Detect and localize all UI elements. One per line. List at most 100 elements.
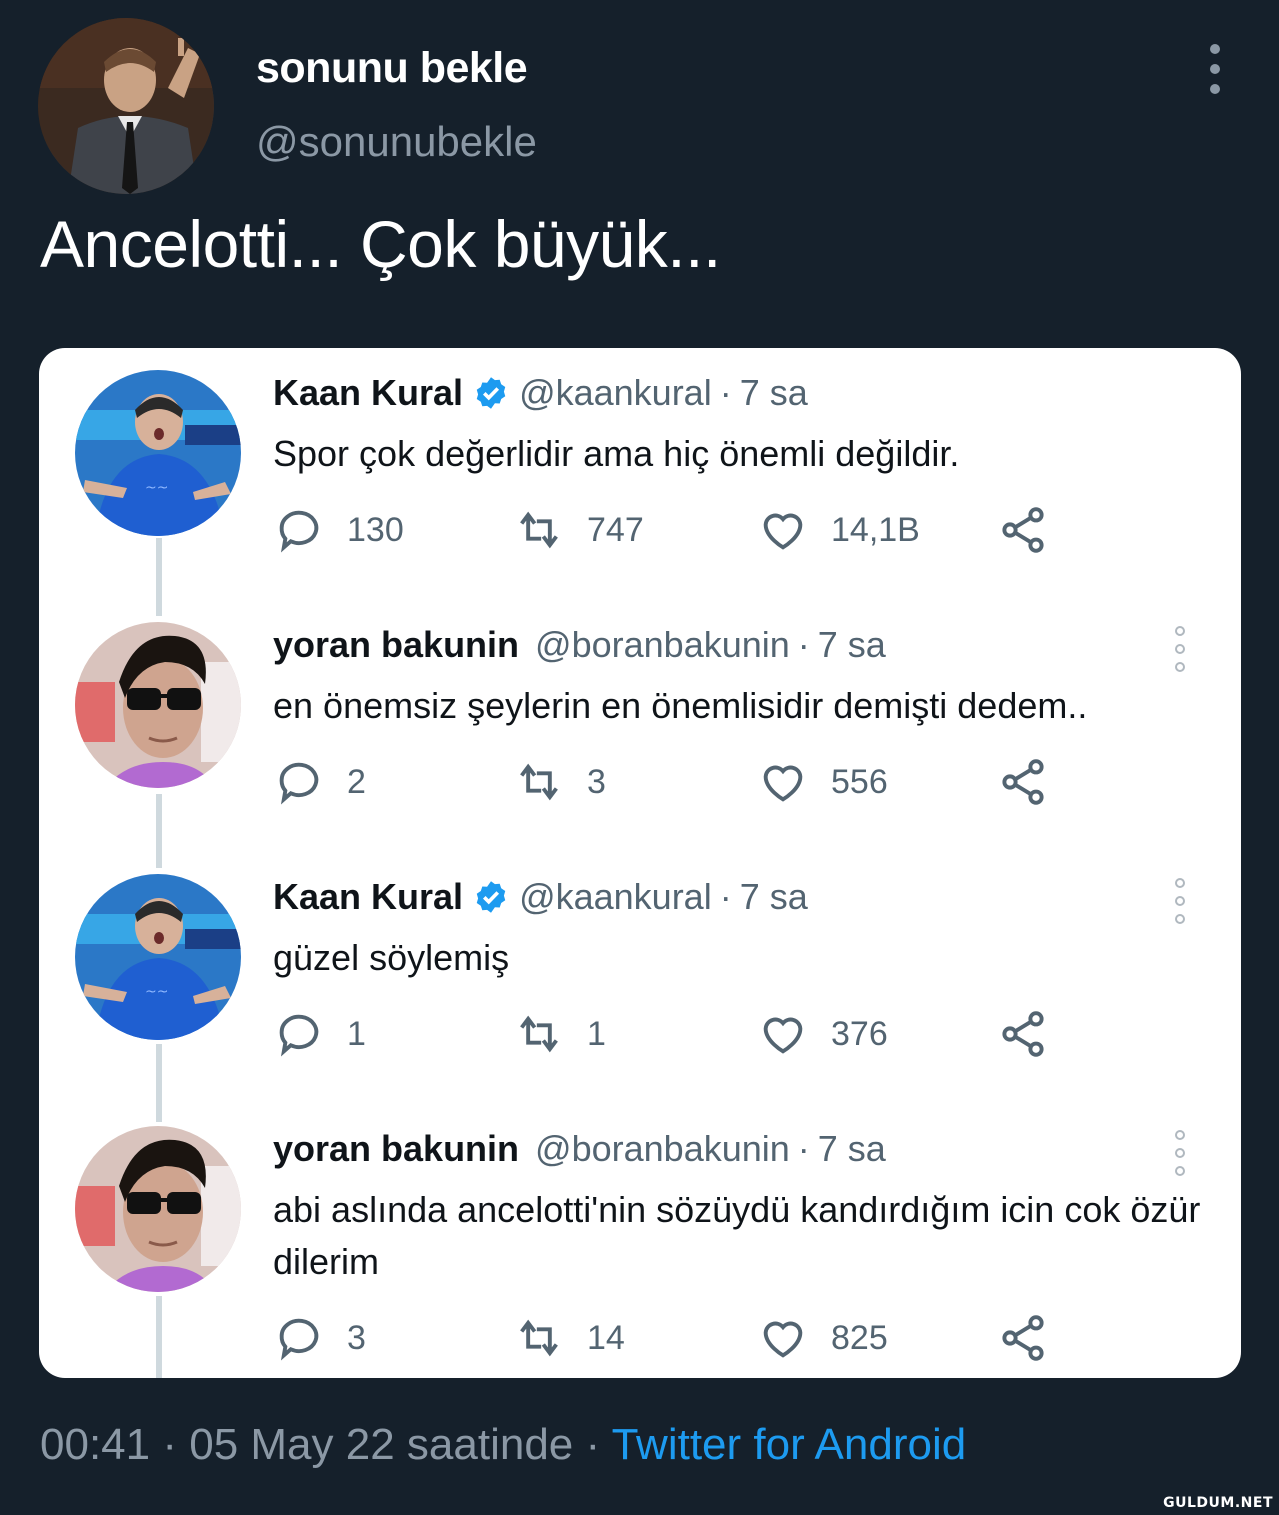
reply-count: 3 [347, 1319, 366, 1357]
thread-line [156, 538, 162, 616]
tweet-time[interactable]: 00:41 [40, 1420, 150, 1469]
tweet-header-row: Kaan Kural @kaankural · 7 sa [273, 372, 808, 414]
user-name[interactable]: yoran bakunin [273, 1128, 519, 1170]
more-dot [1175, 626, 1185, 636]
user-name[interactable]: yoran bakunin [273, 624, 519, 666]
kaan-kural-avatar-image: ~~ [75, 874, 241, 1040]
author-avatar[interactable] [38, 18, 214, 194]
tweet-body: Spor çok değerlidir ama hiç önemli değil… [273, 433, 960, 474]
share-button[interactable] [997, 1006, 1071, 1062]
retweet-button[interactable]: 1 [513, 1006, 606, 1062]
action-bar: 2 3 556 [273, 754, 1073, 810]
share-button[interactable] [997, 754, 1071, 810]
share-button[interactable] [997, 502, 1071, 558]
tweet-date[interactable]: 05 May 22 saatinde [189, 1420, 573, 1469]
user-handle[interactable]: @boranbakunin [535, 1128, 790, 1170]
more-dot [1175, 1166, 1185, 1176]
tweet-body: en önemsiz şeylerin en önemlisidir demiş… [273, 685, 1088, 726]
yoran-bakunin-avatar[interactable] [75, 1126, 241, 1292]
separator-dot: · [719, 372, 732, 413]
heart-icon [763, 1321, 803, 1358]
reply-button[interactable]: 2 [273, 754, 366, 810]
tweet-header-row: Kaan Kural @kaankural · 7 sa [273, 876, 808, 918]
separator-dot: · [719, 876, 732, 917]
user-name[interactable]: Kaan Kural [273, 876, 463, 918]
watermark: GULDUM.NET [1163, 1495, 1273, 1511]
source-link[interactable]: Twitter for Android [612, 1420, 967, 1469]
like-count: 825 [831, 1319, 888, 1357]
author-handle[interactable]: @sonunubekle [256, 118, 537, 166]
reply-icon [279, 1318, 319, 1361]
retweet-icon [520, 1015, 558, 1053]
more-options-icon[interactable] [1173, 1130, 1187, 1176]
reply-icon [279, 1014, 319, 1057]
tweet-meta: 00:41 · 05 May 22 saatinde · Twitter for… [40, 1420, 966, 1470]
more-options-icon[interactable] [1173, 878, 1187, 924]
more-options-icon[interactable] [1200, 44, 1230, 94]
svg-text:~~: ~~ [145, 480, 168, 496]
separator-dot: · [162, 1420, 177, 1469]
like-count: 14,1B [831, 511, 920, 549]
retweet-count: 747 [587, 511, 644, 549]
tweet-time[interactable]: 7 sa [818, 624, 886, 666]
heart-icon [763, 765, 803, 802]
more-dot [1175, 1130, 1185, 1140]
like-button[interactable]: 14,1B [757, 502, 920, 558]
separator-dot: · [797, 624, 810, 665]
tweet-time[interactable]: 7 sa [740, 876, 808, 918]
tweet-text: Ancelotti... Çok büyük... [40, 207, 721, 281]
more-dot [1175, 644, 1185, 654]
tweet-body: güzel söylemiş [273, 937, 510, 978]
yoran-bakunin-avatar[interactable] [75, 622, 241, 788]
separator-dot: · [585, 1420, 601, 1469]
action-bar: 130 747 14,1B [273, 502, 1073, 558]
tweet-header-row: yoran bakunin @boranbakunin · 7 sa [273, 1128, 886, 1170]
more-dot [1175, 896, 1185, 906]
tweet-time[interactable]: 7 sa [740, 372, 808, 414]
retweet-button[interactable]: 14 [513, 1310, 625, 1366]
thread-line [156, 1296, 162, 1378]
more-dot [1175, 1148, 1185, 1158]
more-dot [1210, 84, 1220, 94]
more-dot [1175, 914, 1185, 924]
verified-badge-icon [476, 881, 506, 913]
reply-count: 1 [347, 1015, 366, 1053]
like-button[interactable]: 825 [757, 1310, 888, 1366]
reply-button[interactable]: 1 [273, 1006, 366, 1062]
thread-line [156, 794, 162, 868]
kaan-kural-avatar[interactable]: ~~ [75, 874, 241, 1040]
embedded-image[interactable]: ~~ Kaan Kural @kaankural · 7 sa Spor çok… [39, 348, 1241, 1378]
user-handle[interactable]: @kaankural [519, 876, 712, 918]
thread-line [156, 1044, 162, 1122]
like-button[interactable]: 376 [757, 1006, 888, 1062]
retweet-icon [520, 1319, 558, 1357]
tweet-header: sonunu bekle @sonunubekle [0, 0, 1279, 200]
reply-button[interactable]: 130 [273, 502, 404, 558]
retweet-button[interactable]: 747 [513, 502, 644, 558]
verified-badge-icon [476, 377, 506, 409]
retweet-button[interactable]: 3 [513, 754, 606, 810]
more-dot [1175, 878, 1185, 888]
reply-count: 130 [347, 511, 404, 549]
reply-button[interactable]: 3 [273, 1310, 366, 1366]
more-dot [1210, 64, 1220, 74]
more-options-icon[interactable] [1173, 626, 1187, 672]
tweet-time[interactable]: 7 sa [818, 1128, 886, 1170]
share-icon [1002, 759, 1044, 805]
action-bar: 3 14 825 [273, 1310, 1073, 1366]
like-button[interactable]: 556 [757, 754, 888, 810]
author-avatar-image [38, 18, 214, 194]
tweet-body: abi aslında ancelotti'nin sözüydü kandır… [273, 1189, 1201, 1282]
author-display-name[interactable]: sonunu bekle [256, 44, 528, 93]
user-name[interactable]: Kaan Kural [273, 372, 463, 414]
yoran-bakunin-avatar-image [75, 1126, 241, 1292]
kaan-kural-avatar[interactable]: ~~ [75, 370, 241, 536]
retweet-icon [520, 511, 558, 549]
user-handle[interactable]: @kaankural [519, 372, 712, 414]
action-bar: 1 1 376 [273, 1006, 1073, 1062]
user-handle[interactable]: @boranbakunin [535, 624, 790, 666]
separator-dot: · [797, 1128, 810, 1169]
share-button[interactable] [997, 1310, 1071, 1366]
heart-icon [763, 1017, 803, 1054]
more-dot [1210, 44, 1220, 54]
